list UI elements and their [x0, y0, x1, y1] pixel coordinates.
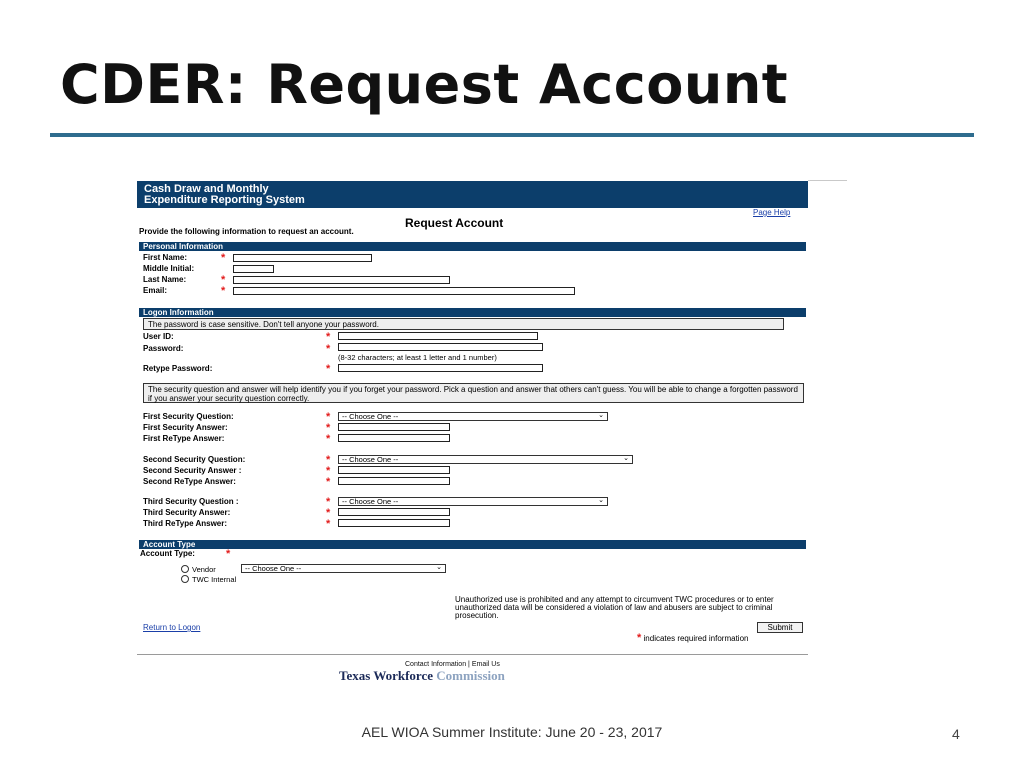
- password-case-note: The password is case sensitive. Don't te…: [143, 318, 784, 330]
- required-star: *: [637, 632, 642, 644]
- account-type-label: Account Type:: [140, 549, 195, 558]
- title-divider: [50, 133, 974, 137]
- vendor-select[interactable]: -- Choose One -- ⌄: [241, 564, 446, 573]
- logo-text-texas-workforce: Texas Workforce: [339, 668, 434, 683]
- vendor-radio[interactable]: [181, 565, 189, 573]
- required-star: *: [221, 252, 226, 264]
- first-retype-field[interactable]: [338, 434, 450, 442]
- account-type-header: Account Type: [139, 540, 806, 549]
- password-hint: (8-32 characters; at least 1 letter and …: [338, 353, 497, 362]
- third-question-label: Third Security Question :: [143, 497, 239, 506]
- first-name-field[interactable]: [233, 254, 372, 262]
- slide-number: 4: [952, 726, 960, 742]
- select-value: -- Choose One --: [342, 497, 399, 506]
- first-question-label: First Security Question:: [143, 412, 234, 421]
- chevron-down-icon: ⌄: [598, 412, 604, 419]
- second-retype-field[interactable]: [338, 477, 450, 485]
- last-name-label: Last Name:: [143, 275, 187, 284]
- required-star: *: [326, 363, 331, 375]
- required-star: *: [326, 422, 331, 434]
- first-question-select[interactable]: -- Choose One -- ⌄: [338, 412, 608, 421]
- required-info-text: indicates required information: [643, 634, 749, 643]
- personal-info-header: Personal Information: [139, 242, 806, 251]
- middle-initial-label: Middle Initial:: [143, 264, 195, 273]
- select-value: -- Choose One --: [342, 455, 399, 464]
- required-star: *: [326, 496, 331, 508]
- required-info-note: * indicates required information: [637, 632, 749, 644]
- second-answer-label: Second Security Answer :: [143, 466, 242, 475]
- contact-links: Contact Information | Email Us: [405, 661, 500, 668]
- select-value: -- Choose One --: [245, 564, 302, 573]
- required-star: *: [326, 518, 331, 530]
- email-us-link[interactable]: Email Us: [472, 661, 500, 668]
- second-question-select[interactable]: -- Choose One -- ⌄: [338, 455, 633, 464]
- security-question-note: The security question and answer will he…: [143, 383, 804, 403]
- page-help-link[interactable]: Page Help: [753, 208, 790, 217]
- user-id-field[interactable]: [338, 332, 538, 340]
- required-star: *: [326, 331, 331, 343]
- third-answer-label: Third Security Answer:: [143, 508, 231, 517]
- required-star: *: [326, 476, 331, 488]
- logo-text-commission: Commission: [436, 668, 505, 683]
- password-label: Password:: [143, 344, 184, 353]
- second-answer-field[interactable]: [338, 466, 450, 474]
- middle-initial-field[interactable]: [233, 265, 274, 273]
- required-star: *: [326, 433, 331, 445]
- required-star: *: [226, 548, 231, 560]
- required-star: *: [326, 343, 331, 355]
- first-retype-label: First ReType Answer:: [143, 434, 225, 443]
- first-name-label: First Name:: [143, 253, 188, 262]
- unauthorized-use-warning: Unauthorized use is prohibited and any a…: [455, 595, 774, 620]
- chevron-down-icon: ⌄: [598, 497, 604, 504]
- return-to-logon-link[interactable]: Return to Logon: [143, 623, 200, 632]
- required-star: *: [326, 454, 331, 466]
- last-name-field[interactable]: [233, 276, 450, 284]
- third-retype-field[interactable]: [338, 519, 450, 527]
- email-field[interactable]: [233, 287, 575, 295]
- app-banner: Cash Draw and Monthly Expenditure Report…: [137, 181, 808, 208]
- chevron-down-icon: ⌄: [623, 455, 629, 462]
- first-answer-field[interactable]: [338, 423, 450, 431]
- twc-internal-label: TWC Internal: [192, 575, 237, 584]
- select-value: -- Choose One --: [342, 412, 399, 421]
- logon-info-header: Logon Information: [139, 308, 806, 317]
- form-instructions: Provide the following information to req…: [139, 227, 354, 236]
- required-star: *: [326, 507, 331, 519]
- banner-divider: [808, 180, 847, 181]
- retype-password-field[interactable]: [338, 364, 543, 372]
- banner-line-2: Expenditure Reporting System: [144, 194, 305, 206]
- retype-password-label: Retype Password:: [143, 364, 213, 373]
- submit-button[interactable]: Submit: [757, 622, 803, 633]
- contact-information-link[interactable]: Contact Information: [405, 661, 466, 668]
- email-label: Email:: [143, 286, 168, 295]
- vendor-label: Vendor: [192, 565, 216, 574]
- chevron-down-icon: ⌄: [436, 564, 442, 571]
- twc-internal-radio[interactable]: [181, 575, 189, 583]
- slide-title: CDER: Request Account: [60, 53, 789, 116]
- screenshot-panel: Cash Draw and Monthly Expenditure Report…: [137, 180, 847, 685]
- user-id-label: User ID:: [143, 332, 174, 341]
- third-answer-field[interactable]: [338, 508, 450, 516]
- footer-divider: [137, 654, 808, 655]
- first-answer-label: First Security Answer:: [143, 423, 228, 432]
- required-star: *: [221, 274, 226, 286]
- link-separator: |: [468, 661, 470, 668]
- required-star: *: [326, 411, 331, 423]
- slide-footer: AEL WIOA Summer Institute: June 20 - 23,…: [361, 724, 663, 740]
- second-retype-label: Second ReType Answer:: [143, 477, 236, 486]
- twc-logo: Texas Workforce Commission: [339, 668, 505, 684]
- required-star: *: [221, 285, 226, 297]
- second-question-label: Second Security Question:: [143, 455, 246, 464]
- third-retype-label: Third ReType Answer:: [143, 519, 228, 528]
- form-title: Request Account: [405, 216, 504, 230]
- password-field[interactable]: [338, 343, 543, 351]
- required-star: *: [326, 465, 331, 477]
- third-question-select[interactable]: -- Choose One -- ⌄: [338, 497, 608, 506]
